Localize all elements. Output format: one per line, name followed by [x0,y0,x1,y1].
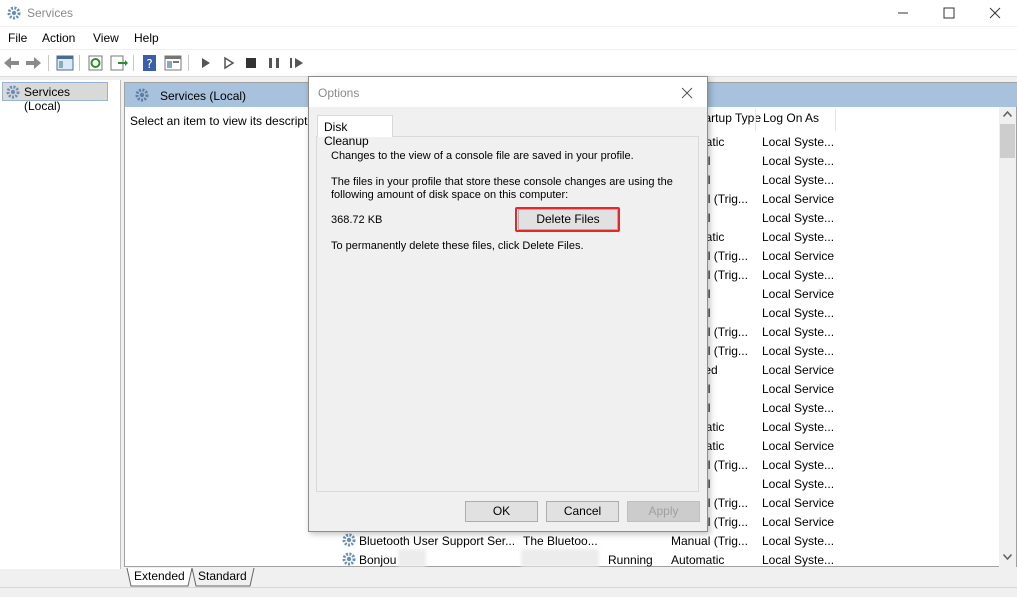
redaction-blur [521,549,599,567]
view-tabs: Extended Standard [124,567,1017,587]
service-startup-cell: Automatic [671,553,725,567]
apply-button[interactable]: Apply [627,501,700,522]
service-logon-cell: Local Service [762,192,835,206]
service-logon-cell: Local Service [762,439,835,453]
delete-files-highlight [515,207,620,232]
services-gear-icon [6,5,22,24]
service-logon-cell: Local Syste... [762,154,835,168]
column-header-log-on-as[interactable]: Log On As [763,111,819,133]
vertical-scrollbar[interactable] [999,107,1016,567]
tree-item-services-local[interactable]: Services (Local) [2,82,108,113]
help-icon[interactable]: ? [140,54,160,72]
service-logon-cell: Local Service [762,515,835,529]
service-logon-cell: Local Service [762,249,835,263]
service-icon [341,532,357,551]
cancel-button[interactable]: Cancel [546,501,619,522]
pause-service-icon[interactable] [264,54,284,72]
disk-usage-text-line1: The files in your profile that store the… [331,176,673,188]
service-logon-cell: Local Service [762,496,835,510]
service-name[interactable]: Bonjou [359,553,396,567]
menu-file[interactable]: File [8,31,27,45]
service-logon-cell: Local Syste... [762,268,835,282]
forward-arrow-icon[interactable] [23,54,43,72]
dialog-title-bar: Options [309,77,707,107]
menu-help[interactable]: Help [134,31,159,45]
delete-instructions-text: To permanently delete these files, click… [331,240,584,252]
toolbar: ? [0,50,1017,77]
window-title: Services [27,6,74,20]
disk-cleanup-panel: Changes to the view of a console file ar… [316,136,699,492]
service-logon-cell: Local Syste... [762,135,835,149]
service-logon-cell: Local Syste... [762,477,835,491]
service-startup-cell: Manual (Trig... [671,534,748,548]
redaction-blur [398,549,426,567]
service-logon-cell: Local Service [762,382,835,396]
menu-view[interactable]: View [93,31,119,45]
close-button[interactable] [972,0,1017,26]
tab-disk-cleanup[interactable]: Disk Cleanup [317,115,393,148]
start-service-alt-icon[interactable] [219,54,239,72]
minimize-button[interactable] [880,0,926,26]
service-description-cell: The Bluetoo... [523,534,598,548]
tab-standard[interactable]: Standard [192,568,253,586]
service-description: Select an item to view its description. [130,114,310,128]
service-logon-cell: Local Syste... [762,553,835,567]
service-logon-cell: Local Service [762,287,835,301]
refresh-icon[interactable] [86,54,106,72]
pane-header-title: Services (Local) [160,89,247,103]
service-logon-cell: Local Syste... [762,325,835,339]
service-logon-cell: Local Syste... [762,420,835,434]
service-logon-cell: Local Syste... [762,306,835,320]
services-gear-icon [5,84,21,103]
tree-item-label: Services (Local) [24,85,71,113]
dialog-title: Options [318,86,360,100]
tab-extended[interactable]: Extended [128,568,191,586]
service-logon-cell: Local Syste... [762,230,835,244]
menu-bar: File Action View Help [0,27,1017,49]
disk-usage-text-line2: following amount of disk space on this c… [331,189,569,201]
status-bar [0,587,1017,597]
options-dialog: Options Disk Cleanup Changes to the view… [308,76,708,532]
console-tree: Services (Local) [0,80,121,569]
service-logon-cell: Local Syste... [762,458,835,472]
svg-text:?: ? [146,57,152,71]
restart-service-icon[interactable] [287,54,307,72]
tab-disk-cleanup-label: Disk Cleanup [324,120,369,148]
services-gear-icon [134,87,150,106]
service-logon-cell: Local Service [762,363,835,377]
scroll-up-icon [1003,111,1012,117]
menu-action[interactable]: Action [42,31,75,45]
back-arrow-icon[interactable] [2,54,22,72]
profile-info-text: Changes to the view of a console file ar… [331,150,634,162]
properties-icon[interactable] [163,54,183,72]
service-name[interactable]: Bluetooth User Support Ser... [359,534,515,548]
export-list-icon[interactable] [108,54,128,72]
start-service-icon[interactable] [196,54,216,72]
service-logon-cell: Local Syste... [762,534,835,548]
service-logon-cell: Local Syste... [762,211,835,225]
service-logon-cell: Local Syste... [762,401,835,415]
ok-button[interactable]: OK [465,501,538,522]
disk-space-value: 368.72 KB [331,214,383,226]
scroll-down-icon [1003,554,1012,560]
service-status-cell: Running [608,553,653,567]
dialog-close-icon[interactable] [679,85,695,101]
service-logon-cell: Local Syste... [762,173,835,187]
console-tree-icon[interactable] [55,54,75,72]
maximize-button[interactable] [926,0,972,26]
title-bar: Services [0,0,1017,26]
column-header-startup-type[interactable]: Startup Type [701,111,761,133]
stop-service-icon[interactable] [241,54,261,72]
scrollbar-thumb[interactable] [1000,124,1015,158]
service-logon-cell: Local Syste... [762,344,835,358]
